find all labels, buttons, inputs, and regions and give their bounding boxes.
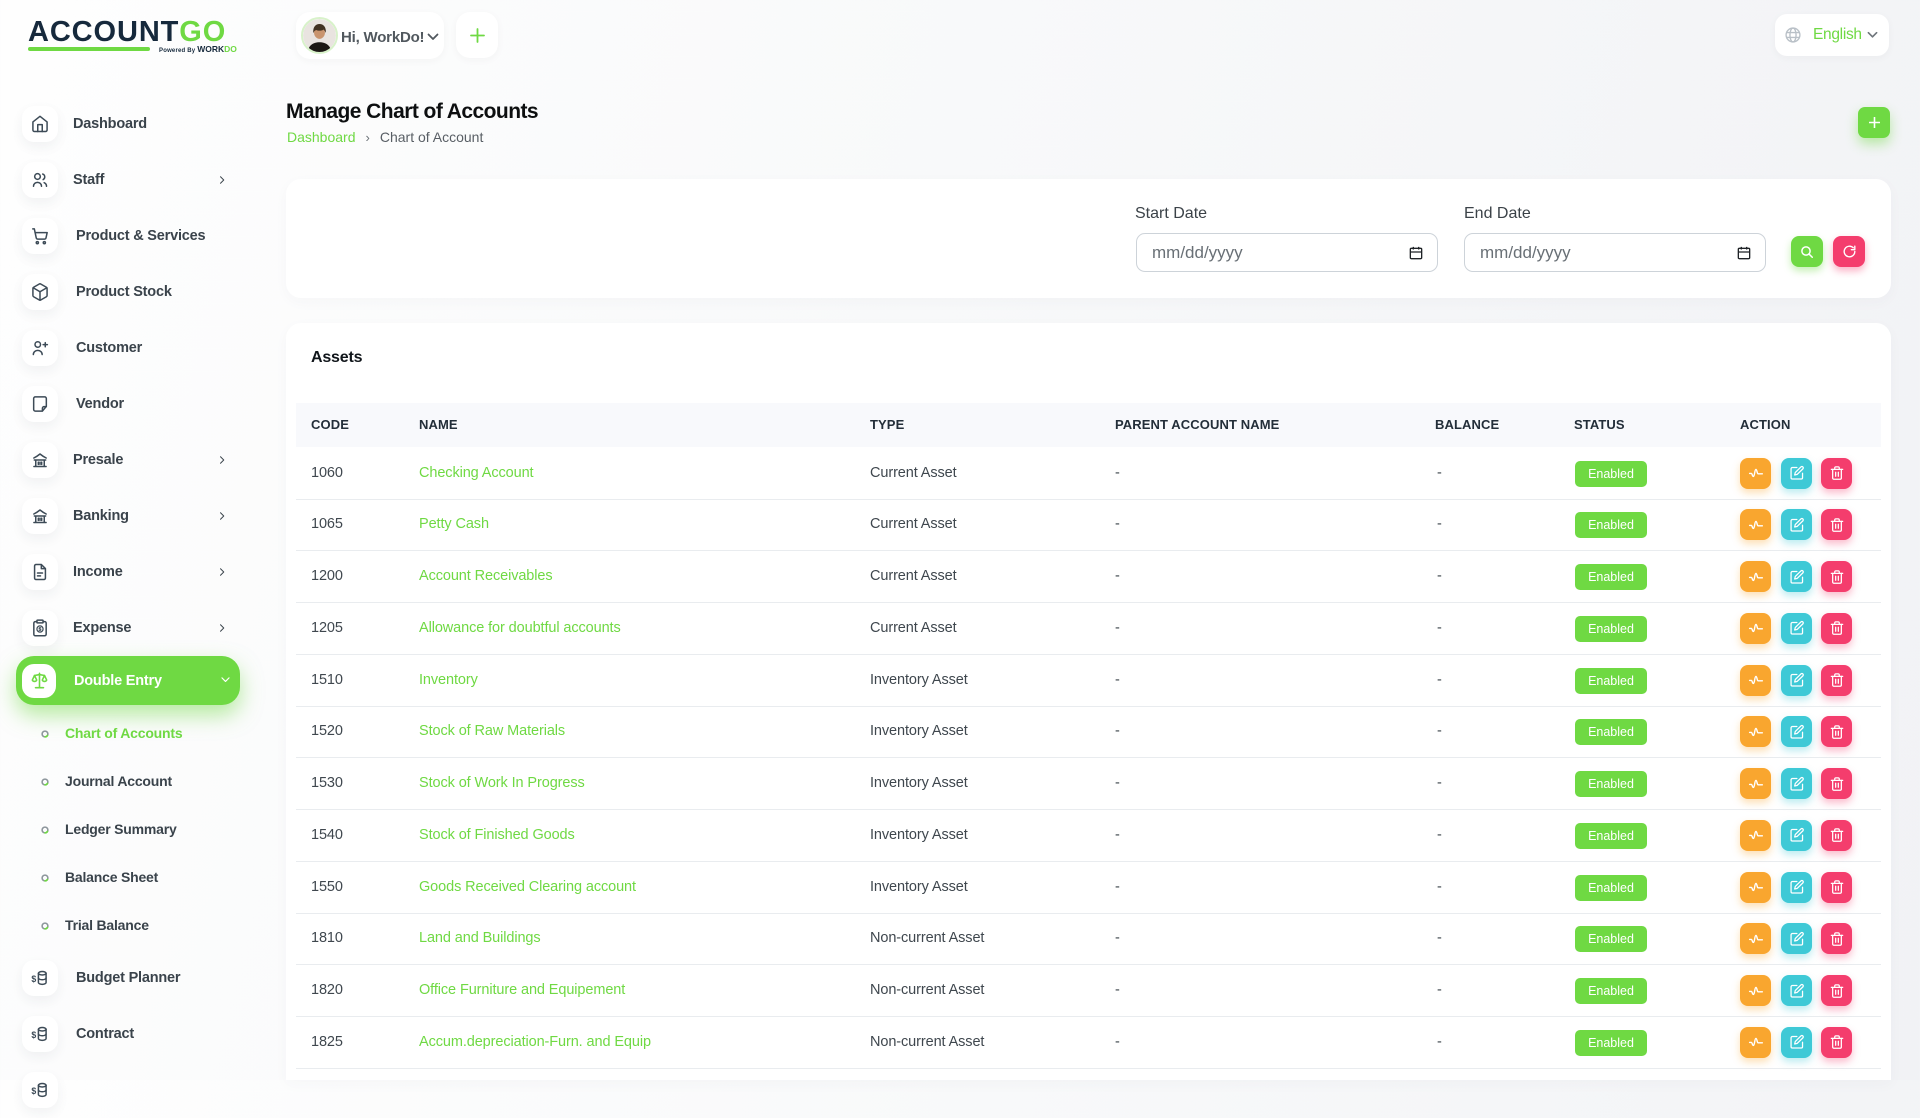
svg-text:$: $	[31, 1086, 36, 1096]
svg-text:$: $	[31, 974, 36, 984]
svg-text:$: $	[31, 1030, 36, 1040]
